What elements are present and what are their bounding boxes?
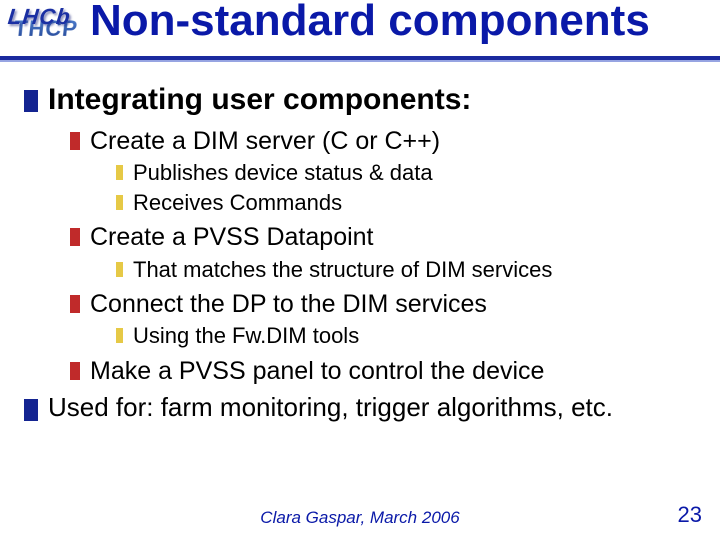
bullet-text: Integrating user components: xyxy=(48,82,471,118)
bullet-l3: Publishes device status & data xyxy=(116,159,696,187)
title-rule-light xyxy=(0,60,720,62)
bullet-block-icon xyxy=(70,228,80,246)
bullet-l2: Make a PVSS panel to control the device xyxy=(70,356,696,387)
bullet-block-icon xyxy=(70,295,80,313)
slide-title: Non-standard components xyxy=(90,0,650,46)
bullet-text: Receives Commands xyxy=(133,189,342,217)
slide-footer: Clara Gaspar, March 2006 23 xyxy=(0,504,720,532)
bullet-text: Publishes device status & data xyxy=(133,159,433,187)
bullet-block-icon xyxy=(116,195,123,210)
bullet-l2: Connect the DP to the DIM services xyxy=(70,289,696,320)
footer-author: Clara Gaspar, March 2006 xyxy=(260,508,459,528)
bullet-l3: Receives Commands xyxy=(116,189,696,217)
bullet-text: Create a DIM server (C or C++) xyxy=(90,126,440,157)
bullet-block-icon xyxy=(70,362,80,380)
slide-body: Integrating user components: Create a DI… xyxy=(24,78,696,494)
bullet-block-icon xyxy=(116,165,123,180)
bullet-text: Used for: farm monitoring, trigger algor… xyxy=(48,391,613,424)
bullet-text: Using the Fw.DIM tools xyxy=(133,322,359,350)
slide-header: THCP LHCb Non-standard components xyxy=(0,0,720,64)
bullet-l2: Create a PVSS Datapoint xyxy=(70,222,696,253)
bullet-l2: Create a DIM server (C or C++) xyxy=(70,126,696,157)
bullet-l1: Used for: farm monitoring, trigger algor… xyxy=(24,391,696,424)
lhcb-logo: THCP LHCb xyxy=(4,2,84,46)
bullet-block-icon xyxy=(70,132,80,150)
bullet-block-icon xyxy=(116,262,123,277)
bullet-text: Create a PVSS Datapoint xyxy=(90,222,374,253)
bullet-block-icon xyxy=(24,399,38,421)
bullet-block-icon xyxy=(116,328,123,343)
bullet-text: Make a PVSS panel to control the device xyxy=(90,356,544,387)
bullet-text: That matches the structure of DIM servic… xyxy=(133,256,552,284)
slide: THCP LHCb Non-standard components Integr… xyxy=(0,0,720,540)
bullet-l3: That matches the structure of DIM servic… xyxy=(116,256,696,284)
bullet-block-icon xyxy=(24,90,38,112)
bullet-text: Connect the DP to the DIM services xyxy=(90,289,487,320)
bullet-l1: Integrating user components: xyxy=(24,82,696,118)
logo-front-text: LHCb xyxy=(7,4,72,30)
page-number: 23 xyxy=(678,502,702,528)
bullet-l3: Using the Fw.DIM tools xyxy=(116,322,696,350)
